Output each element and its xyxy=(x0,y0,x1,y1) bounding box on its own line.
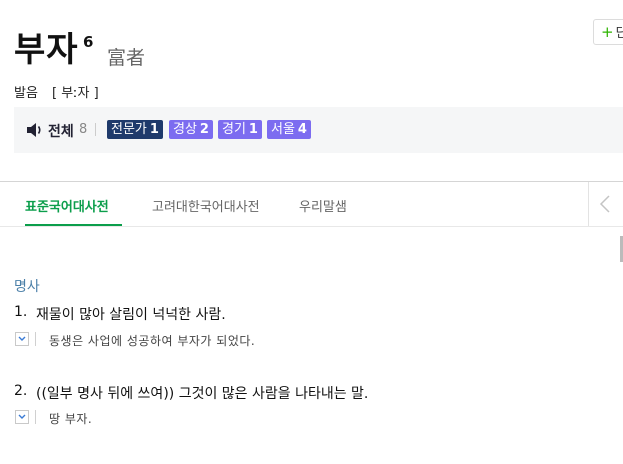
tabs-bottom-border xyxy=(0,226,623,227)
badge-label: 전문가 xyxy=(111,122,147,137)
dialect-badge-gyeonggi[interactable]: 경기 1 xyxy=(218,120,262,139)
sense-number: 2. xyxy=(14,383,28,399)
sense-definition: ((일부 명사 뒤에 쓰여)) 그것이 많은 사람을 나타내는 말. xyxy=(36,386,369,402)
badge-label: 서울 xyxy=(271,122,295,137)
add-to-wordbook-button[interactable]: + 단 xyxy=(593,19,623,45)
tabs-top-border xyxy=(0,181,623,182)
example-bar xyxy=(35,332,36,346)
tab-urimalsaem[interactable]: 우리말샘 xyxy=(299,196,347,215)
audio-all-count: 8 xyxy=(79,122,88,137)
add-button-label: 단 xyxy=(615,26,623,41)
pronunciation-audio-panel xyxy=(14,107,623,153)
divider xyxy=(95,123,96,136)
dialect-badge-seoul[interactable]: 서울 4 xyxy=(267,120,311,139)
homonym-number: 6 xyxy=(83,33,94,51)
speaker-icon[interactable] xyxy=(26,122,44,138)
tab-standard-dictionary[interactable]: 표준국어대사전 xyxy=(25,196,109,215)
sense-number: 1. xyxy=(14,304,28,320)
dialect-badge-expert[interactable]: 전문가 1 xyxy=(107,120,163,139)
sense-definition: 재물이 많아 살림이 넉넉한 사람. xyxy=(36,307,226,323)
entry-word: 부자 xyxy=(14,30,79,70)
badge-count: 1 xyxy=(248,122,258,137)
chevron-down-icon xyxy=(18,414,26,419)
pronunciation-label: 발음 xyxy=(14,86,38,101)
example-sentence: 땅 부자. xyxy=(49,412,93,426)
badge-label: 경기 xyxy=(222,122,246,137)
audio-all-label[interactable]: 전체 xyxy=(48,121,74,141)
part-of-speech: 명사 xyxy=(14,279,40,295)
badge-count: 1 xyxy=(149,122,159,137)
chevron-left-icon xyxy=(599,195,610,213)
badge-label: 경상 xyxy=(173,122,197,137)
plus-icon: + xyxy=(601,23,614,41)
tab-korea-university-dictionary[interactable]: 고려대한국어대사전 xyxy=(152,196,260,215)
example-toggle-button[interactable] xyxy=(15,332,29,346)
pronunciation-value: [ 부ː자 ] xyxy=(52,86,99,101)
chevron-down-icon xyxy=(18,336,26,341)
dialect-badge-gyeongsang[interactable]: 경상 2 xyxy=(169,120,213,139)
example-toggle-button[interactable] xyxy=(15,410,29,424)
example-sentence: 동생은 사업에 성공하여 부자가 되었다. xyxy=(49,334,256,348)
example-bar xyxy=(35,410,36,424)
badge-count: 4 xyxy=(297,122,307,137)
entry-hanja[interactable]: 富者 xyxy=(107,43,145,70)
tab-scroll-prev-button[interactable] xyxy=(588,182,623,226)
badge-count: 2 xyxy=(199,122,209,137)
